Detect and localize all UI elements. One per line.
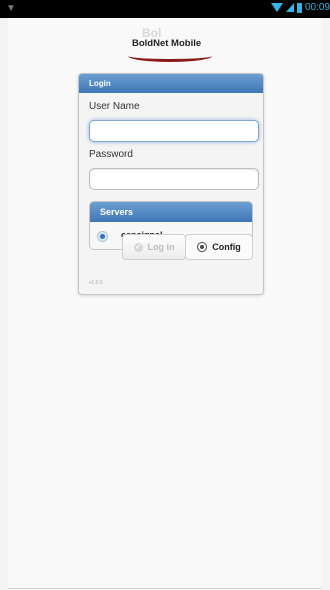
check-icon: ✓ — [133, 242, 143, 252]
login-button[interactable]: ✓ Log in — [122, 234, 186, 260]
battery-icon — [296, 2, 302, 13]
app-logo: Bol BoldNet Mobile — [124, 24, 214, 62]
page-divider — [8, 588, 321, 589]
username-label: User Name — [89, 101, 140, 112]
config-button[interactable]: Config — [185, 234, 253, 260]
login-button-label: Log in — [147, 242, 175, 252]
logo-text: BoldNet Mobile — [132, 38, 202, 49]
version-label: v1.0.0 — [89, 280, 103, 286]
status-indicators: 00:09 — [270, 2, 330, 13]
password-input[interactable] — [89, 168, 259, 190]
notification-icon: ▼ — [6, 3, 16, 14]
status-bar: ▼ 00:09 — [0, 0, 330, 18]
login-panel: Login User Name Password Servers censign… — [78, 73, 264, 295]
signal-icon — [285, 3, 294, 12]
gear-icon — [197, 242, 208, 252]
status-time: 00:09 — [304, 2, 330, 13]
password-label: Password — [89, 149, 133, 160]
servers-header: Servers — [90, 202, 252, 222]
logo-swoosh — [128, 50, 212, 62]
wifi-icon — [270, 3, 283, 12]
username-input[interactable] — [89, 120, 259, 142]
login-header: Login — [79, 74, 263, 93]
config-button-label: Config — [212, 242, 241, 252]
radio-selected-icon[interactable] — [97, 231, 108, 242]
